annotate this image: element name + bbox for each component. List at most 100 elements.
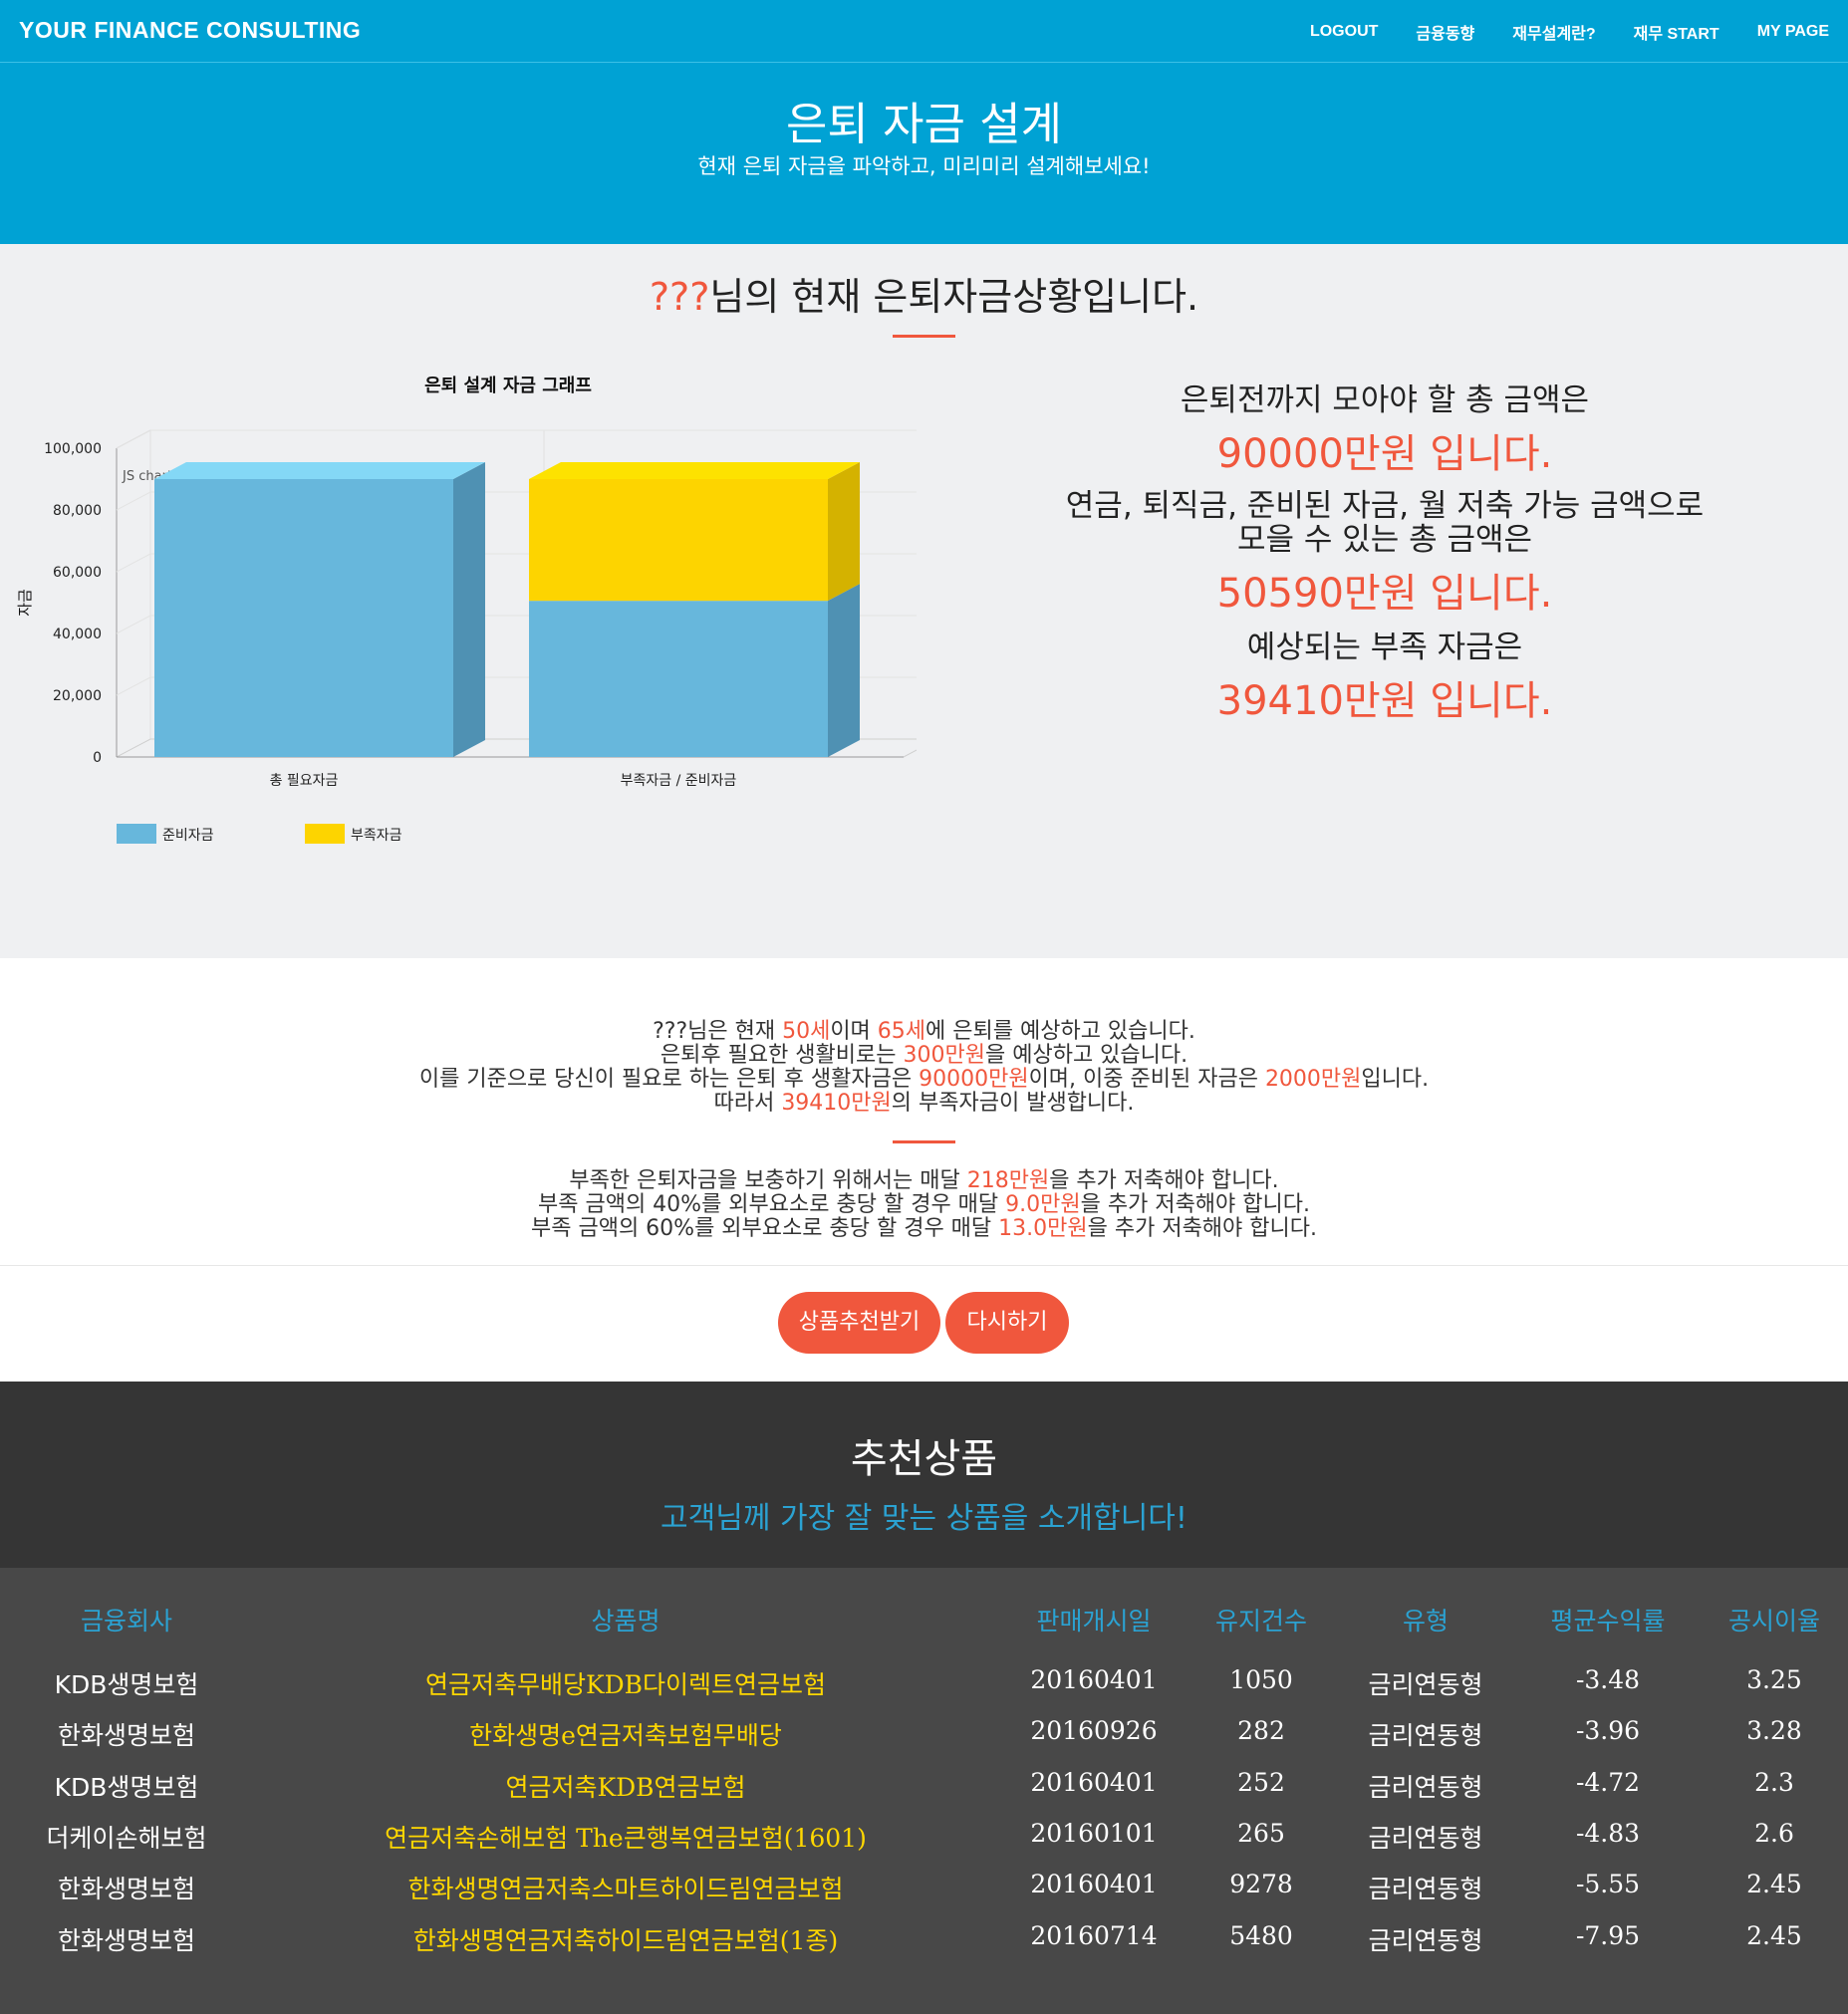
- bar-준비자금: [529, 601, 828, 757]
- retirement-status-section: ???님의 현재 은퇴자금상황입니다. 은퇴 설계 자금 그래프 100,000 8…: [0, 244, 1848, 958]
- x-tick-label: 총 필요자금: [270, 773, 339, 789]
- table-row[interactable]: 한화생명보험 한화생명연금저축하이드림연금보험(1종) 20160714 5480 금리…: [0, 1921, 1848, 1961]
- cell-posted-rate: 3.28: [1746, 1716, 1802, 1746]
- detail-divider: [893, 1140, 955, 1143]
- legend-swatch: [305, 824, 345, 844]
- detail-text: 이며: [830, 1019, 878, 1044]
- detail-text: 의 부족자금이 발생합니다.: [891, 1091, 1135, 1116]
- bar-side: [828, 462, 860, 602]
- bar-top: [529, 462, 860, 479]
- nav-my-page[interactable]: MY PAGE: [1757, 23, 1829, 41]
- detail-paragraph-1: ???님은 현재 50세이며 65세에 은퇴를 예상하고 있습니다. 은퇴후 필…: [0, 1020, 1848, 1116]
- navbar: YOUR FINANCE CONSULTING LOGOUT 금융동향 재무설계…: [0, 0, 1848, 63]
- table-row[interactable]: 더케이손해보험 연금저축손해보험 The큰행복연금보험(1601) 20160101…: [0, 1819, 1848, 1859]
- cell-posted-rate: 2.6: [1754, 1818, 1794, 1848]
- hero-banner: 은퇴 자금 설계 현재 은퇴 자금을 파악하고, 미리미리 설계해보세요!: [0, 63, 1848, 244]
- nav-planning-start[interactable]: 재무 START: [1634, 20, 1719, 44]
- highlight-value: 50세: [782, 1019, 831, 1044]
- detail-text: 부족 금액의 40%를 외부요소로 충당 할 경우 매달: [537, 1192, 1006, 1217]
- detail-saving-line: 부족한 은퇴자금을 보충하기 위해서는 매달 218만원을 추가 저축해야 합니…: [0, 1169, 1848, 1193]
- highlight-value: 65세: [877, 1019, 926, 1044]
- summary-line3: 예상되는 부족 자금은: [1246, 629, 1523, 665]
- detail-text: 을 예상하고 있습니다.: [984, 1043, 1188, 1068]
- chart-title: 은퇴 설계 자금 그래프: [424, 376, 592, 396]
- detail-age-line: ???님은 현재 50세이며 65세에 은퇴를 예상하고 있습니다.: [0, 1020, 1848, 1044]
- grid-line: [116, 429, 917, 449]
- bar-side: [453, 462, 485, 757]
- recommend-button[interactable]: 상품추천받기: [778, 1292, 940, 1354]
- y-tick-label: 0: [93, 750, 102, 766]
- recommend-header: 추천상품 고객님께 가장 잘 맞는 상품을 소개합니다!: [0, 1382, 1848, 1568]
- nav-menu: LOGOUT 금융동향 재무설계란? 재무 START MY PAGE: [1272, 0, 1829, 63]
- page-subtitle: 현재 은퇴 자금을 파악하고, 미리미리 설계해보세요!: [697, 154, 1151, 178]
- recommend-title: 추천상품: [850, 1436, 998, 1482]
- user-name: ???: [649, 275, 710, 319]
- table-row[interactable]: KDB생명보험 연금저축KDB연금보험 20160401 252 금리연동형 -4.72 2…: [0, 1768, 1848, 1808]
- detail-text: 은퇴후 필요한 생활비로는: [660, 1043, 904, 1068]
- recommend-subtitle: 고객님께 가장 잘 맞는 상품을 소개합니다!: [660, 1501, 1188, 1536]
- bar-부족자금: [529, 479, 828, 602]
- bar-side: [828, 584, 860, 757]
- detail-text: 을 추가 저축해야 합니다.: [1087, 1216, 1317, 1241]
- detail-text: ???님은 현재: [653, 1019, 783, 1044]
- header-posted-rate: 공시이율: [1727, 1607, 1820, 1636]
- summary-shortfall: 39410만원 입니다.: [1216, 678, 1553, 724]
- summary-line1: 은퇴전까지 모아야 할 총 금액은: [1180, 382, 1590, 418]
- detail-text: 입니다.: [1361, 1067, 1430, 1092]
- summary-total-needed: 90000만원 입니다.: [1216, 431, 1553, 477]
- detail-text: 부족 금액의 60%를 외부요소로 충당 할 경우 매달: [530, 1216, 999, 1241]
- status-heading: ???님의 현재 은퇴자금상황입니다.: [0, 266, 1848, 321]
- highlight-value: 9.0만원: [1005, 1192, 1081, 1217]
- highlight-value: 13.0만원: [998, 1216, 1088, 1241]
- status-heading-text: 님의 현재 은퇴자금상황입니다.: [709, 275, 1199, 319]
- retry-button[interactable]: 다시하기: [945, 1292, 1069, 1354]
- nav-logout[interactable]: LOGOUT: [1310, 23, 1378, 41]
- legend-label: 준비자금: [162, 828, 214, 844]
- highlight-value: 218만원: [966, 1168, 1050, 1193]
- table-row[interactable]: 한화생명보험 한화생명연금저축스마트하이드림연금보험 20160401 9278 금리연…: [0, 1870, 1848, 1909]
- summary-line2a: 연금, 퇴직금, 준비된 자금, 월 저축 가능 금액으로: [1065, 488, 1705, 524]
- brand-logo[interactable]: YOUR FINANCE CONSULTING: [19, 17, 361, 44]
- nav-about-planning[interactable]: 재무설계란?: [1512, 20, 1595, 44]
- detail-text: 에 은퇴를 예상하고 있습니다.: [925, 1019, 1195, 1044]
- x-tick-label: 부족자금 / 준비자금: [621, 773, 737, 789]
- detail-fund-line: 이를 기준으로 당신이 필요로 하는 은퇴 후 생활자금은 90000만원이며,…: [0, 1068, 1848, 1092]
- detail-shortfall-line: 따라서 39410만원의 부족자금이 발생합니다.: [0, 1092, 1848, 1116]
- y-axis-label: 자금: [16, 589, 34, 617]
- highlight-value: 90000만원: [919, 1067, 1029, 1092]
- detail-text: 따라서: [713, 1091, 782, 1116]
- detail-section: ???님은 현재 50세이며 65세에 은퇴를 예상하고 있습니다. 은퇴후 필…: [0, 958, 1848, 1266]
- highlight-value: 300만원: [903, 1043, 985, 1068]
- summary-total-collectable: 50590만원 입니다.: [1216, 571, 1553, 617]
- detail-text: 을 추가 저축해야 합니다.: [1049, 1168, 1279, 1193]
- cell-posted-rate: 2.45: [1746, 1920, 1802, 1950]
- page-title: 은퇴 자금 설계: [785, 98, 1062, 150]
- detail-text: 이를 기준으로 당신이 필요로 하는 은퇴 후 생활자금은: [418, 1067, 920, 1092]
- detail-saving-40-line: 부족 금액의 40%를 외부요소로 충당 할 경우 매달 9.0만원을 추가 저…: [0, 1193, 1848, 1217]
- nav-finance-trends[interactable]: 금융동향: [1416, 20, 1474, 44]
- heading-divider: [893, 335, 955, 338]
- retirement-chart: 은퇴 설계 자금 그래프 100,000 80,000 60,000 40,000 20,…: [0, 364, 917, 961]
- action-buttons: 상품추천받기 다시하기: [0, 1266, 1848, 1382]
- table-row[interactable]: KDB생명보험 연금저축무배당KDB다이렉트연금보험 20160401 1050 금리연…: [0, 1665, 1848, 1705]
- cell-posted-rate: 3.25: [1746, 1665, 1802, 1694]
- highlight-value: 39410만원: [781, 1091, 892, 1116]
- summary-panel: 은퇴전까지 모아야 할 총 금액은 90000만원 입니다. 연금, 퇴직금, …: [1036, 383, 1733, 724]
- detail-expense-line: 은퇴후 필요한 생활비로는 300만원을 예상하고 있습니다.: [0, 1044, 1848, 1068]
- detail-text: 을 추가 저축해야 합니다.: [1080, 1192, 1310, 1217]
- y-tick-label: 40,000: [53, 627, 102, 642]
- bar-top: [154, 462, 485, 479]
- table-row[interactable]: 한화생명보험 한화생명e연금저축보험무배당 20160926 282 금리연동형 -3.9…: [0, 1716, 1848, 1756]
- y-tick-label: 60,000: [53, 565, 102, 581]
- chart-svg: 은퇴 설계 자금 그래프 100,000 80,000 60,000 40,000 20,…: [16, 376, 917, 844]
- detail-text: 부족한 은퇴자금을 보충하기 위해서는 매달: [569, 1168, 967, 1193]
- cell-posted-rate: 2.3: [1754, 1767, 1794, 1797]
- recommend-table: 금융회사 상품명 판매개시일 유지건수 유형 평균수익률 공시이율 KDB생명보험 연금저축무배…: [0, 1568, 1848, 2014]
- summary-line2b: 모을 수 있는 총 금액은: [1236, 522, 1533, 558]
- detail-text: 이며, 이중 준비된 자금은: [1028, 1067, 1265, 1092]
- bar-준비자금: [154, 479, 453, 757]
- y-tick-label: 20,000: [53, 688, 102, 704]
- y-tick-label: 100,000: [44, 441, 102, 457]
- legend-swatch: [117, 824, 156, 844]
- detail-paragraph-2: 부족한 은퇴자금을 보충하기 위해서는 매달 218만원을 추가 저축해야 합니…: [0, 1169, 1848, 1241]
